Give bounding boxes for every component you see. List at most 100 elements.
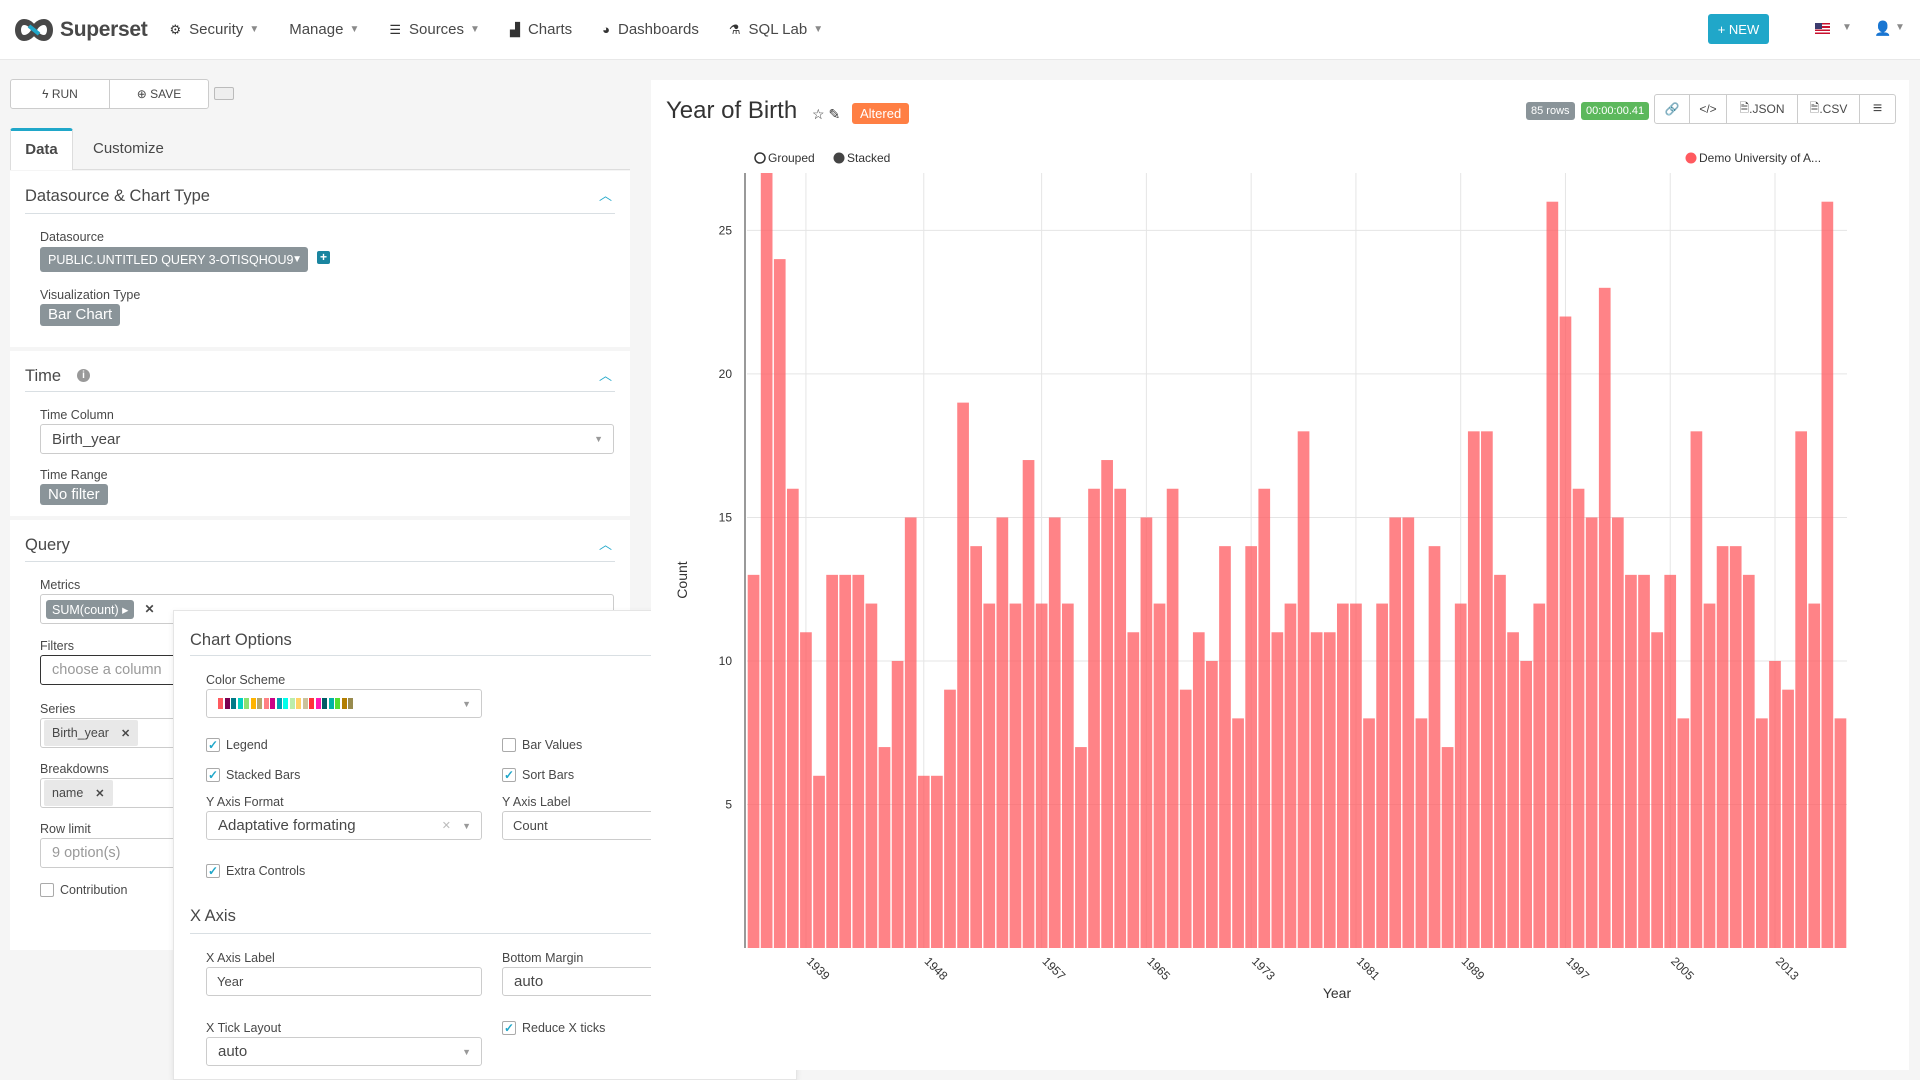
nav-charts[interactable]: ▟ Charts <box>510 21 572 38</box>
grouped-radio[interactable] <box>754 152 766 164</box>
tab-customize[interactable]: Customize <box>73 128 179 170</box>
chevron-down-icon: ▼ <box>470 24 480 35</box>
nav-sql-lab[interactable]: ⚗ SQL Lab ▼ <box>729 21 823 38</box>
color-swatches <box>218 698 355 709</box>
x-tick-layout-select[interactable]: auto ▼ <box>206 1037 482 1066</box>
color-swatch <box>263 698 269 709</box>
checkbox-label: Extra Controls <box>226 864 306 878</box>
remove-icon[interactable]: ✕ <box>121 727 130 740</box>
chevron-down-icon[interactable]: ▼ <box>1895 22 1905 33</box>
bar <box>760 173 773 948</box>
chevron-down-icon[interactable]: ▼ <box>1842 22 1852 33</box>
metric-tag-label: SUM(count) <box>52 602 119 617</box>
grouped-label[interactable]: Grouped <box>768 151 815 165</box>
time-column-label: Time Column <box>40 408 114 422</box>
chevron-up-icon[interactable]: ︿ <box>599 365 612 384</box>
run-label: RUN <box>51 87 78 101</box>
bar <box>852 574 865 948</box>
checkbox-box[interactable] <box>502 738 516 752</box>
nav-dashboards[interactable]: ◕ Dashboards <box>602 21 699 38</box>
datasource-select[interactable]: PUBLIC.UNTITLED QUERY 3-OTISQHOU9 ▼ <box>40 247 308 272</box>
divider <box>25 391 615 392</box>
remove-icon[interactable]: ✕ <box>95 787 104 800</box>
bar <box>773 259 786 949</box>
checkbox-box[interactable]: ✓ <box>502 1021 516 1035</box>
bar <box>1350 603 1362 948</box>
stacked-label[interactable]: Stacked <box>847 151 890 165</box>
sort-bars-checkbox[interactable]: ✓ Sort Bars <box>502 768 574 782</box>
bar-values-checkbox[interactable]: Bar Values <box>502 738 582 752</box>
bar <box>1703 603 1716 948</box>
contribution-checkbox[interactable]: Contribution <box>40 883 127 897</box>
checkbox-box[interactable]: ✓ <box>206 738 220 752</box>
bar <box>1769 660 1781 948</box>
nav-manage[interactable]: Manage ▼ <box>289 21 359 38</box>
run-save-group: ϟ RUN ⊕ SAVE <box>10 79 209 109</box>
bolt-icon: ϟ <box>42 87 52 101</box>
bar <box>1284 603 1297 948</box>
color-swatch <box>224 698 230 709</box>
remove-metric-icon[interactable]: ✕ <box>144 602 154 616</box>
save-button[interactable]: ⊕ SAVE <box>110 80 208 108</box>
reduce-x-ticks-checkbox[interactable]: ✓ Reduce X ticks <box>502 1021 605 1035</box>
checkbox-box[interactable] <box>40 883 54 897</box>
stacked-radio[interactable] <box>833 152 845 164</box>
x-axis-label-value: Year <box>217 974 244 989</box>
keyboard-icon[interactable] <box>214 87 234 100</box>
nav-sources[interactable]: ☰ Sources ▼ <box>389 21 480 38</box>
breakdown-tag[interactable]: name ✕ <box>44 780 113 806</box>
caret-down-icon: ▼ <box>462 1046 471 1057</box>
chevron-up-icon[interactable]: ︿ <box>599 534 612 553</box>
x-axis-label-input[interactable]: Year <box>206 967 482 996</box>
color-scheme-label: Color Scheme <box>206 673 286 687</box>
color-scheme-select[interactable]: ▼ <box>206 689 482 718</box>
bar <box>1494 574 1506 948</box>
color-swatch <box>341 698 347 709</box>
bar <box>1598 287 1611 948</box>
chevron-up-icon[interactable]: ︿ <box>599 185 612 204</box>
series-tag[interactable]: Birth_year ✕ <box>44 720 139 746</box>
bar <box>1376 603 1388 948</box>
bar-chart-icon: ▟ <box>509 21 520 37</box>
bottom-margin-value: auto <box>514 973 544 990</box>
nav-label: Manage <box>289 21 344 38</box>
bar <box>1572 488 1585 948</box>
time-range-button[interactable]: No filter <box>40 484 108 505</box>
clear-icon[interactable]: ✕ <box>442 819 451 832</box>
legend-checkbox[interactable]: ✓ Legend <box>206 738 268 752</box>
time-column-select[interactable]: Birth_year ▼ <box>40 424 614 454</box>
checkbox-box[interactable]: ✓ <box>206 768 220 782</box>
time-column-value: Birth_year <box>52 430 121 448</box>
color-swatch <box>283 698 288 709</box>
row-limit-placeholder: 9 option(s) <box>52 845 121 861</box>
us-flag-icon[interactable] <box>1815 23 1830 34</box>
nav-security[interactable]: ⚙ Security ▼ <box>169 21 259 38</box>
bar <box>983 603 996 948</box>
new-button[interactable]: + NEW <box>1708 14 1769 44</box>
brand-name: Superset <box>60 17 148 41</box>
checkbox-box[interactable]: ✓ <box>206 864 220 878</box>
legend-label[interactable]: Demo University of A... <box>1699 151 1821 165</box>
section-title: Query <box>25 536 70 554</box>
bar <box>1389 517 1402 948</box>
extra-controls-checkbox[interactable]: ✓ Extra Controls <box>206 864 305 878</box>
stacked-bars-checkbox[interactable]: ✓ Stacked Bars <box>206 768 300 782</box>
metric-tag[interactable]: SUM(count) ▸ <box>46 599 135 619</box>
run-button[interactable]: ϟ RUN <box>11 80 110 108</box>
add-datasource-icon[interactable]: + <box>317 251 330 264</box>
info-icon[interactable]: i <box>77 369 90 382</box>
x-tick-label: 2005 <box>1668 954 1697 983</box>
bar <box>1611 517 1624 948</box>
y-axis-format-select[interactable]: Adaptative formating ✕ ▼ <box>206 811 482 840</box>
save-label: SAVE <box>150 87 182 101</box>
legend-marker[interactable] <box>1685 152 1697 164</box>
y-axis-format-label: Y Axis Format <box>206 795 284 809</box>
viz-type-button[interactable]: Bar Chart <box>40 304 121 326</box>
user-icon[interactable]: 👤 <box>1874 20 1891 37</box>
tab-data[interactable]: Data <box>10 128 73 170</box>
checkbox-box[interactable]: ✓ <box>502 768 516 782</box>
x-tick-layout-label: X Tick Layout <box>206 1021 282 1035</box>
control-tabs: Data Customize <box>10 128 630 170</box>
bar <box>1127 632 1140 948</box>
brand-logo[interactable]: Superset <box>12 0 148 60</box>
